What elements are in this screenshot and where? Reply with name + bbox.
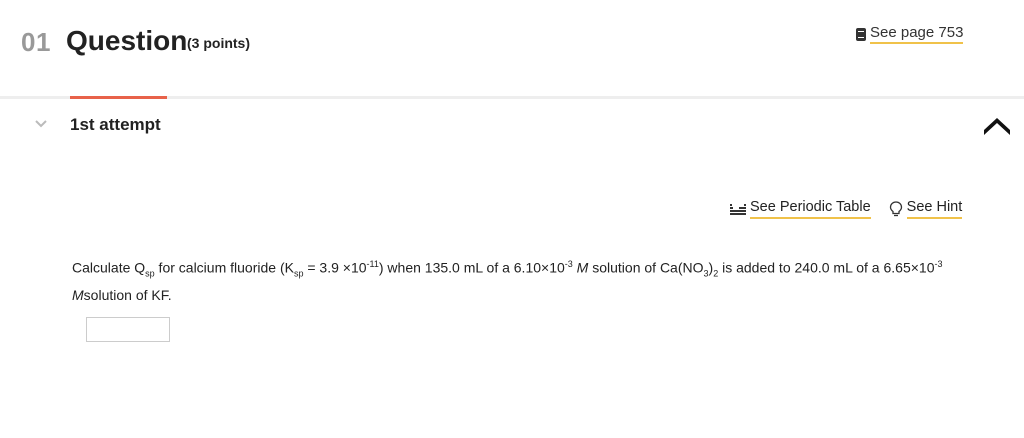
question-text-part: = 3.9 ×10 xyxy=(303,259,367,276)
question-text-part: solution of Ca(NO xyxy=(588,259,704,276)
question-text-part: for calcium fluoride (K xyxy=(154,259,294,276)
attempt-label[interactable]: 1st attempt xyxy=(70,115,161,135)
question-text-sub: sp xyxy=(145,268,155,279)
collapse-arrow-icon[interactable] xyxy=(982,114,1012,138)
see-hint-label: See Hint xyxy=(906,199,963,219)
see-page-link[interactable]: See page 753 xyxy=(856,24,964,44)
see-periodic-table-link[interactable]: See Periodic Table xyxy=(730,199,871,219)
question-text-sup: -3 xyxy=(564,259,573,269)
question-tools: See Periodic Table See Hint xyxy=(730,199,963,219)
see-periodic-table-label: See Periodic Table xyxy=(750,199,871,219)
question-text-part: Calculate Q xyxy=(72,259,146,276)
chevron-down-icon[interactable] xyxy=(35,118,47,130)
question-text-part: solution of KF. xyxy=(83,287,172,304)
lightbulb-icon xyxy=(889,201,902,217)
active-attempt-indicator xyxy=(70,96,167,99)
question-text-italic: M xyxy=(576,259,589,276)
question-title: Question xyxy=(66,25,188,56)
see-page-label: See page 753 xyxy=(870,24,964,44)
question-number: 01 xyxy=(21,27,51,57)
question-text-sup: -11 xyxy=(366,259,379,269)
question-points: (3 points) xyxy=(187,35,250,51)
book-icon xyxy=(856,27,866,41)
question-text-part: ) when 135.0 mL of a 6.10×10 xyxy=(378,259,565,276)
question-text-italic: M xyxy=(72,287,84,304)
question-header: 01 Question (3 points) See page 753 xyxy=(0,0,1024,96)
periodic-table-icon xyxy=(730,204,746,215)
see-hint-link[interactable]: See Hint xyxy=(889,199,963,219)
question-text: Calculate Qsp for calcium fluoride (Ksp … xyxy=(72,253,972,306)
question-text-sup: -3 xyxy=(934,259,943,269)
question-text-part: is added to 240.0 mL of a 6.65×10 xyxy=(718,259,935,276)
answer-input[interactable] xyxy=(86,317,170,342)
